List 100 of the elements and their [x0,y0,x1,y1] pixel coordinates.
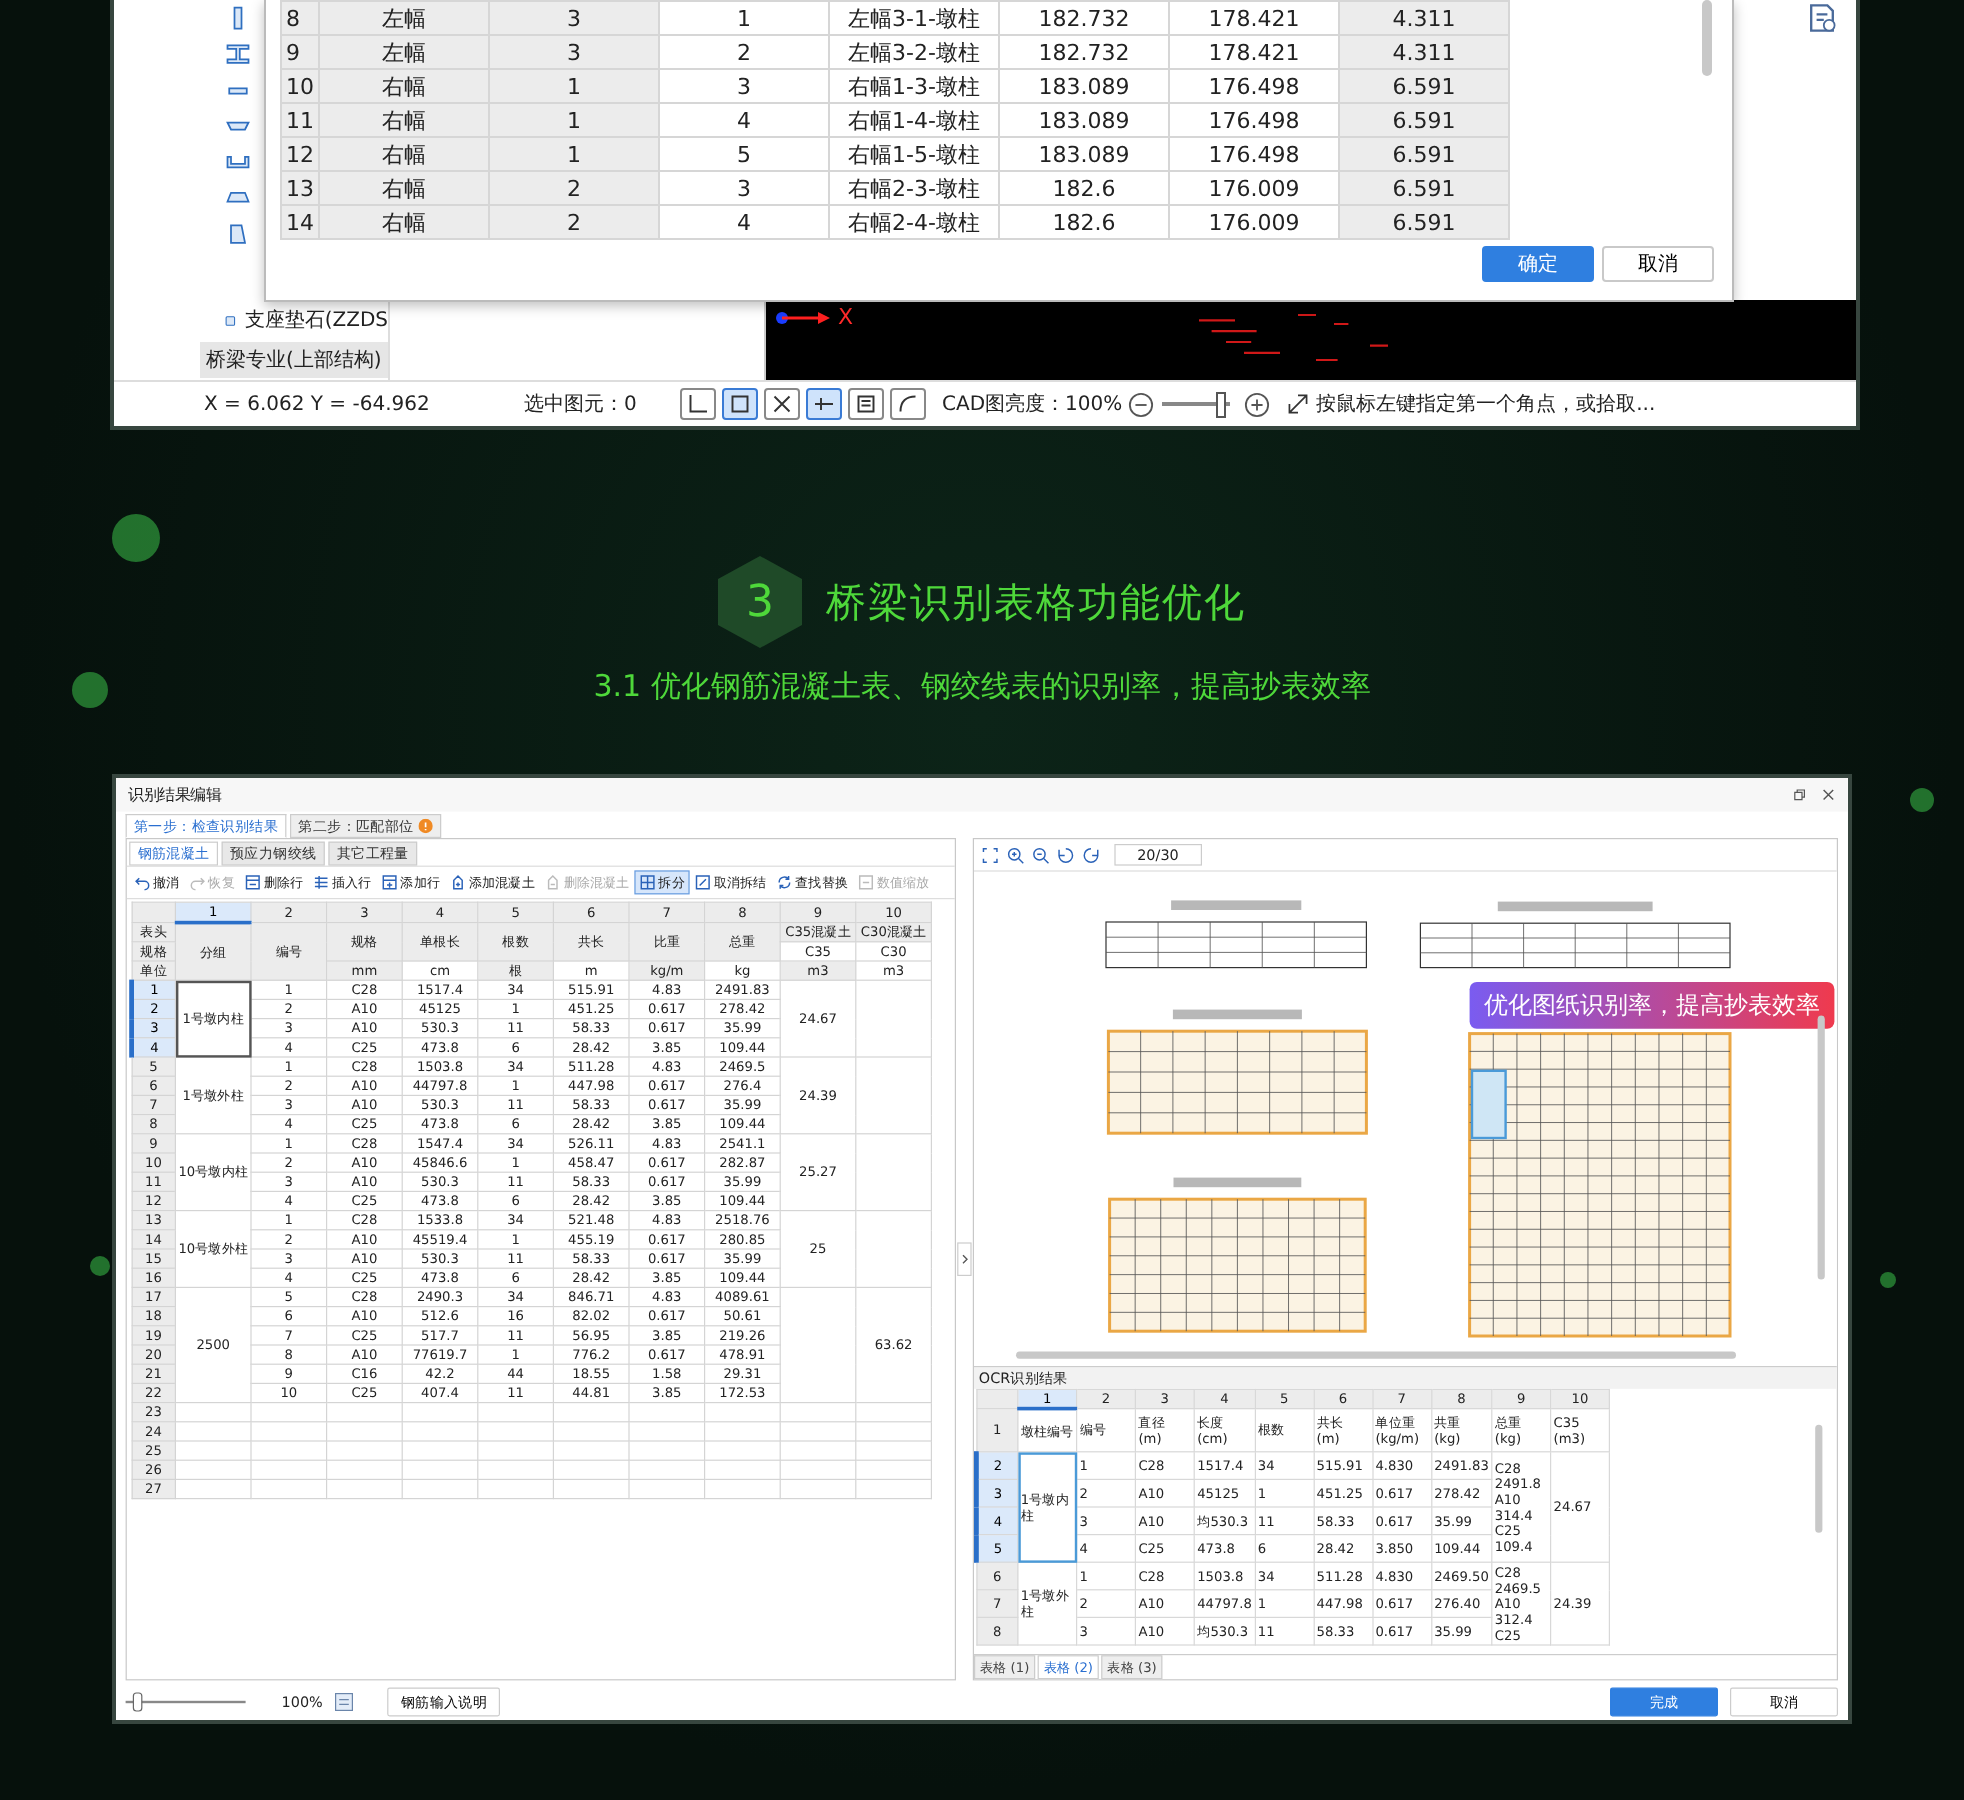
section-title: 桥梁识别表格功能优化 [826,575,1246,629]
tree-item-label: 支座垫石(ZZDS [244,307,388,334]
table-cell: 9 [281,35,319,69]
table-cell: 右幅1-4-墩柱 [829,103,999,137]
add-concrete-icon [449,874,467,891]
table-cell: 左幅3-1-墩柱 [829,1,999,35]
table-cell: 右幅 [319,69,489,103]
fit-icon[interactable] [981,845,1000,864]
tool-button[interactable] [722,388,758,421]
insert-row-icon [312,874,330,891]
table-cell: 176.009 [1169,171,1339,205]
selection-count: 选中图元：0 [524,391,639,419]
table-cell: 176.498 [1169,69,1339,103]
collapse-button[interactable] [957,1242,972,1276]
delete-row-icon [244,874,262,891]
table-cell: 右幅 [319,137,489,171]
document-settings-icon[interactable] [1804,0,1840,36]
table-cell: 左幅 [319,35,489,69]
table-cell: 2 [659,35,829,69]
callout-banner: 优化图纸识别率，提高抄表效率 [1469,982,1835,1029]
table-cell: 3 [659,171,829,205]
zoom-in-icon[interactable] [1244,391,1271,418]
glow-dot [90,1256,110,1276]
glow-dot [72,672,108,708]
dialog-button[interactable]: 确定 [1482,246,1594,282]
table-cell: 176.498 [1169,137,1339,171]
block-icon[interactable] [224,220,252,248]
table-cell: 6.591 [1339,103,1509,137]
table-cell: 183.089 [999,103,1169,137]
rotate-right-icon[interactable] [1082,845,1100,864]
tool-button[interactable] [848,388,884,421]
split-icon [639,874,656,891]
alert-icon [418,818,433,834]
table-cell: 14 [281,205,319,239]
axis-label: X [838,306,854,330]
table-cell: 右幅1-3-墩柱 [829,69,999,103]
tool-button[interactable] [680,388,716,421]
tool-button[interactable] [764,388,800,421]
scrollbar[interactable] [1815,1424,1823,1533]
curve-icon [896,392,920,417]
chevron-right-icon [960,1253,969,1266]
scrollbar[interactable] [1702,0,1712,76]
scrollbar[interactable] [1016,1351,1736,1359]
find-replace-icon [776,874,793,891]
table-cell: 6.591 [1339,137,1509,171]
table-cell: 1 [489,103,659,137]
tool-button[interactable] [806,388,842,421]
table-cell: 4.311 [1339,35,1509,69]
brightness-label: CAD图亮度：100% [942,391,1123,419]
table-cell: 178.421 [1169,35,1339,69]
dialog-button[interactable]: 取消 [1602,246,1714,282]
table-cell: 183.089 [999,137,1169,171]
table-cell: 3 [489,35,659,69]
cross-icon [770,392,794,417]
cad-canvas[interactable]: X [766,300,1856,381]
zoom-in-icon[interactable] [1006,845,1025,864]
table-cell: 176.498 [1169,103,1339,137]
table-cell: 右幅 [319,171,489,205]
section-subtitle: 3.1 优化钢筋混凝土表、钢绞线表的识别率，提高抄表效率 [593,668,1371,706]
table-cell: 1 [489,137,659,171]
axis-arrow-icon [774,306,834,326]
glow-dot [1880,1272,1896,1288]
table-cell: 右幅 [319,103,489,137]
table-cell: 4.311 [1339,1,1509,35]
i-beam-icon[interactable] [224,40,252,68]
table-cell: 1 [489,69,659,103]
zoom-out-icon[interactable] [1128,391,1155,418]
table-cell: 1 [659,1,829,35]
fit-view-icon[interactable] [334,1692,354,1712]
table-cell: 182.6 [999,171,1169,205]
section-number-badge: 3 [718,556,802,648]
zoom-out-icon[interactable] [1031,845,1050,864]
table-cell: 4 [659,205,829,239]
undo-icon [134,874,151,891]
table-cell: 11 [281,103,319,137]
tool-button[interactable] [890,388,926,421]
table-cell: 2 [489,171,659,205]
coordinates: X = 6.062 Y = -64.962 [204,393,432,416]
table-cell: 183.089 [999,69,1169,103]
table-cell: 10 [281,69,319,103]
scrollbar[interactable] [1817,1015,1825,1280]
tree-item[interactable]: 支座垫石(ZZDS [200,302,388,338]
rotate-left-icon[interactable] [1056,845,1075,864]
close-icon[interactable] [1821,787,1836,802]
table-cell: 12 [281,137,319,171]
diagonal-arrow-icon [1286,392,1311,417]
select-box-icon [728,392,752,417]
category-header[interactable]: 桥梁专业(上部结构) [200,342,388,378]
table-cell: 5 [659,137,829,171]
glow-dot [1910,788,1934,812]
table-cell: 178.421 [1169,1,1339,35]
table-cell: 6.591 [1339,69,1509,103]
drawing-viewer[interactable]: 优化图纸识别率，提高抄表效率 [974,870,1837,1368]
table-cell: 182.6 [999,205,1169,239]
table-cell: 3 [659,69,829,103]
table-cell: 182.732 [999,35,1169,69]
table-cell: 6.591 [1339,171,1509,205]
axis-icon [686,392,710,417]
table-cell: 6.591 [1339,205,1509,239]
table-cell: 2 [489,205,659,239]
